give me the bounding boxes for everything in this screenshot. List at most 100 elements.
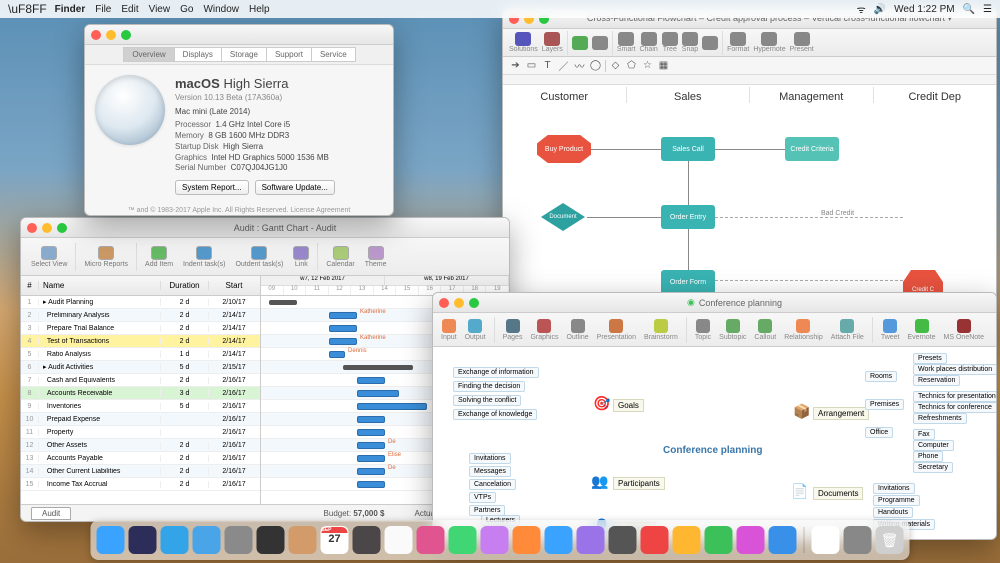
wifi-icon[interactable]: ᯤ <box>857 2 866 16</box>
flow-tb-Format[interactable]: Format <box>727 32 749 53</box>
gantt-row[interactable]: 14 Other Current Liabilities2 d2/16/17 <box>21 465 260 478</box>
apple-menu-icon[interactable]: \uF8FF <box>8 2 47 16</box>
dock-appstore[interactable] <box>545 526 573 554</box>
system-report-button[interactable]: System Report... <box>175 180 249 195</box>
mind-node[interactable]: Refreshments <box>913 413 967 424</box>
gantt-bar[interactable] <box>357 468 385 475</box>
ellipse-icon[interactable]: ◯ <box>589 59 602 72</box>
mind-node[interactable]: Secretary <box>913 462 953 473</box>
gantt-row[interactable]: 4 Test of Transactions2 d2/14/17 <box>21 335 260 348</box>
mind-node[interactable]: Technics for conference <box>913 402 996 413</box>
mind-tb-attach-file[interactable]: Attach File <box>831 319 864 341</box>
gantt-tb-theme[interactable]: Theme <box>363 246 389 268</box>
gantt-bar[interactable] <box>357 377 385 384</box>
dock-doc[interactable] <box>812 526 840 554</box>
rect-icon[interactable]: ▭ <box>525 59 538 72</box>
gantt-titlebar[interactable]: Audit : Gantt Chart - Audit <box>21 218 509 238</box>
about-tab-overview[interactable]: Overview <box>123 47 174 62</box>
volume-icon[interactable]: 🔊 <box>874 4 886 15</box>
mind-center[interactable]: Conference planning <box>658 443 767 458</box>
mind-tb-evernote[interactable]: Evernote <box>908 319 936 341</box>
zoom-icon[interactable] <box>469 298 479 308</box>
gantt-row[interactable]: 7 Cash and Equivalents2 d2/16/17 <box>21 374 260 387</box>
flow-tb-Solutions[interactable]: Solutions <box>509 32 538 53</box>
about-tab-support[interactable]: Support <box>266 47 312 62</box>
mind-node[interactable]: VTPs <box>469 492 496 503</box>
about-tab-displays[interactable]: Displays <box>174 47 222 62</box>
mind-tb-input[interactable]: Input <box>441 319 457 341</box>
mind-node[interactable]: Handouts <box>873 507 913 518</box>
gantt-bar[interactable] <box>357 429 385 436</box>
dock-safari[interactable] <box>161 526 189 554</box>
fill-icon[interactable]: ▦ <box>657 59 670 72</box>
dock-terminal[interactable] <box>257 526 285 554</box>
gantt-bar[interactable] <box>269 300 297 305</box>
flow-tb-Tree[interactable]: Tree <box>662 32 678 53</box>
about-titlebar[interactable] <box>85 25 393 45</box>
software-update-button[interactable]: Software Update... <box>255 180 335 195</box>
dock-mail[interactable] <box>193 526 221 554</box>
mind-node[interactable]: Cancelation <box>469 479 516 490</box>
gantt-row[interactable]: 12 Other Assets2 d2/16/17 <box>21 439 260 452</box>
dock-trash[interactable]: 🗑 <box>876 526 904 554</box>
dock-concept1[interactable] <box>673 526 701 554</box>
gantt-bar[interactable] <box>357 442 385 449</box>
col-num[interactable]: # <box>21 281 39 290</box>
dock-facetime[interactable] <box>353 526 381 554</box>
flow-tb-Hypernote[interactable]: Hypernote <box>753 32 785 53</box>
mind-tb-graphics[interactable]: Graphics <box>530 319 558 341</box>
dock-downloads[interactable] <box>844 526 872 554</box>
mind-tb-pages[interactable]: Pages <box>503 319 523 341</box>
gantt-row[interactable]: 15 Income Tax Accrual2 d2/16/17 <box>21 478 260 491</box>
dock-photos[interactable] <box>385 526 413 554</box>
menubar-app[interactable]: Finder <box>55 4 86 15</box>
gantt-tb-indent-task-s-[interactable]: Indent task(s) <box>181 246 227 268</box>
dock-contacts[interactable] <box>289 526 317 554</box>
flow-tb-Present[interactable]: Present <box>790 32 814 53</box>
mind-tb-tweet[interactable]: Tweet <box>881 319 900 341</box>
mind-node[interactable]: Computer <box>913 440 954 451</box>
about-tab-storage[interactable]: Storage <box>221 47 267 62</box>
flow-tb-item3[interactable] <box>592 36 608 50</box>
mind-node[interactable]: Goals <box>613 399 644 412</box>
gantt-bar[interactable] <box>329 312 357 319</box>
mind-node[interactable]: Solving the conflict <box>453 395 521 406</box>
gantt-bar[interactable] <box>329 338 357 345</box>
text-icon[interactable]: T <box>541 59 554 72</box>
mind-node[interactable]: Premises <box>865 399 904 410</box>
flow-tb-Chain[interactable]: Chain <box>639 32 657 53</box>
shape-document[interactable]: Document <box>541 203 585 231</box>
mind-node[interactable]: Invitations <box>873 483 915 494</box>
dock-spotlight[interactable] <box>129 526 157 554</box>
dock-finder[interactable] <box>97 526 125 554</box>
gantt-row[interactable]: 13 Accounts Payable2 d2/16/17 <box>21 452 260 465</box>
mind-node[interactable]: Phone <box>913 451 943 462</box>
curve-icon[interactable]: 〰 <box>573 59 586 72</box>
mind-canvas[interactable]: Conference planning GoalsArrangementPart… <box>433 347 996 539</box>
dock-concept2[interactable] <box>705 526 733 554</box>
dock-messages[interactable] <box>449 526 477 554</box>
gantt-row[interactable]: 6▸ Audit Activities5 d2/15/17 <box>21 361 260 374</box>
mind-node[interactable]: Rooms <box>865 371 897 382</box>
star-icon[interactable]: ☆ <box>641 59 654 72</box>
mind-node[interactable]: Participants <box>613 477 665 490</box>
mind-node[interactable]: Documents <box>813 487 863 500</box>
zoom-icon[interactable] <box>57 223 67 233</box>
gantt-tb-calendar[interactable]: Calendar <box>324 246 356 268</box>
shape-sales-call[interactable]: Sales Call <box>661 137 715 161</box>
gantt-row[interactable]: 11 Property2/16/17 <box>21 426 260 439</box>
mind-node[interactable]: Technics for presentation <box>913 391 996 402</box>
zoom-icon[interactable] <box>121 30 131 40</box>
about-tab-service[interactable]: Service <box>311 47 356 62</box>
pentagon-icon[interactable]: ⬠ <box>625 59 638 72</box>
gantt-bar[interactable] <box>357 481 385 488</box>
dock-concept3[interactable] <box>737 526 765 554</box>
mind-tb-subtopic[interactable]: Subtopic <box>719 319 746 341</box>
gantt-bar[interactable] <box>357 455 385 462</box>
mind-tb-ms-onenote[interactable]: MS OneNote <box>944 319 984 341</box>
mind-tb-topic[interactable]: Topic <box>695 319 711 341</box>
mind-titlebar[interactable]: ◉Conference planning <box>433 293 996 313</box>
close-icon[interactable] <box>439 298 449 308</box>
diamond-icon[interactable]: ◇ <box>609 59 622 72</box>
gantt-row[interactable]: 1▸ Audit Planning2 d2/10/17 <box>21 296 260 309</box>
